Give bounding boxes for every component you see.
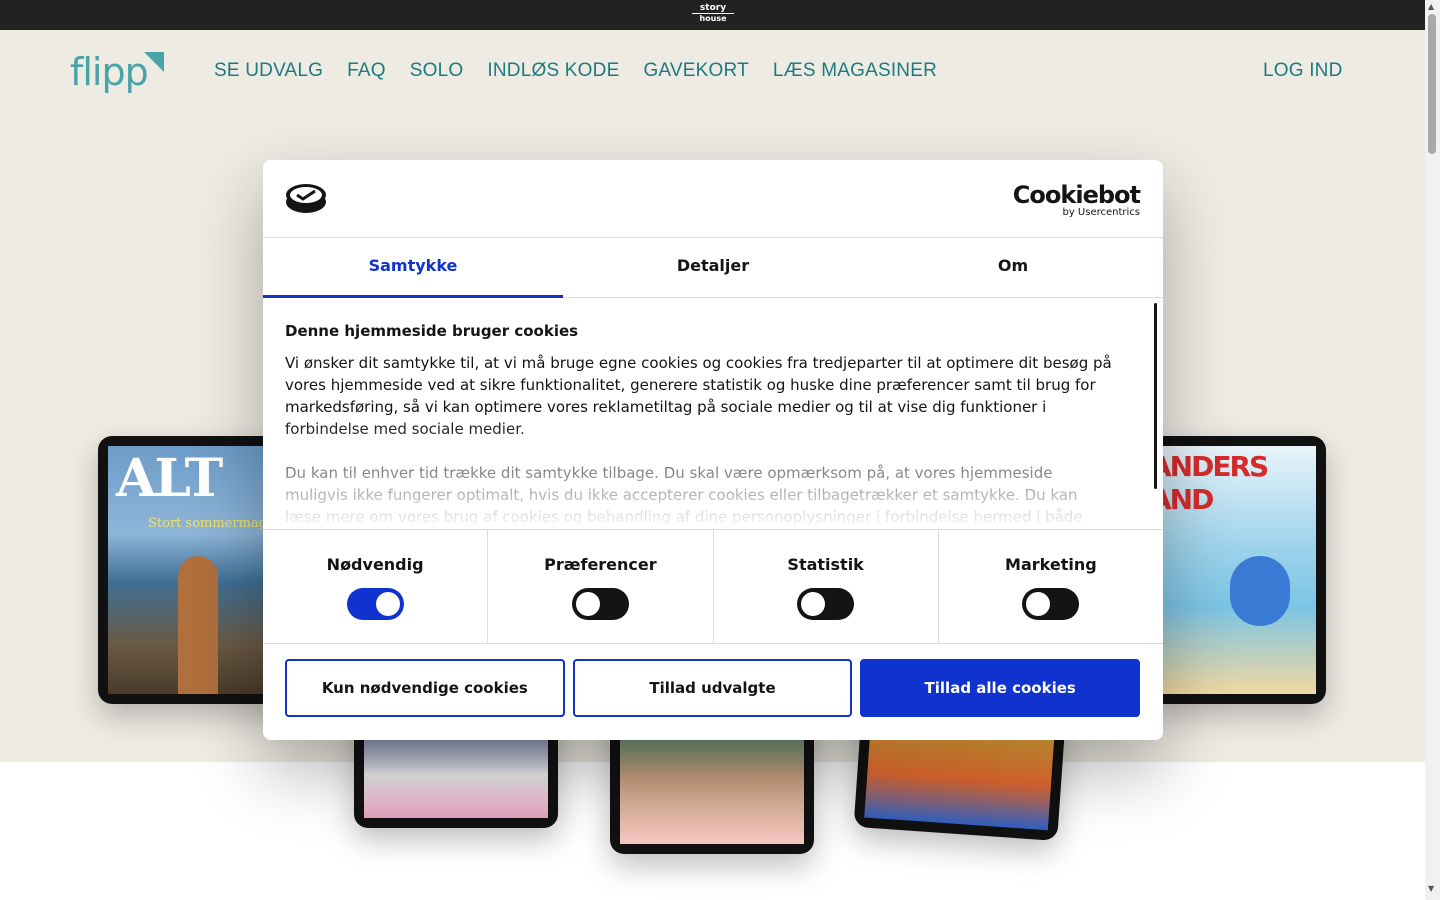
nav-faq[interactable]: FAQ — [347, 60, 386, 82]
consent-paragraph-2: Du kan til enhver tid trække dit samtykk… — [285, 464, 1083, 526]
preferences-toggle[interactable] — [571, 588, 629, 620]
scroll-up-arrow-icon[interactable]: ▲ — [1428, 2, 1434, 11]
toggle-knob — [375, 592, 400, 616]
nav-solo[interactable]: SOLO — [410, 60, 464, 82]
toggle-knob — [801, 592, 826, 616]
cookiebot-brand[interactable]: Cookiebot by Usercentrics — [1012, 181, 1141, 218]
category-preferences: Præferencer — [488, 530, 714, 643]
consent-categories: Nødvendig Præferencer Statistik Marketin… — [263, 529, 1163, 644]
consent-tabs: Samtykke Detaljer Om — [263, 238, 1163, 298]
consent-paragraph-1: Vi ønsker dit samtykke til, at vi må bru… — [285, 354, 1112, 438]
tab-detaljer[interactable]: Detaljer — [563, 238, 863, 297]
nav-indlos-kode[interactable]: INDLØS KODE — [487, 60, 619, 82]
toggle-knob — [1026, 592, 1051, 616]
nav-laes-magasiner[interactable]: LÆS MAGASINER — [773, 60, 937, 82]
consent-body-scrollbar[interactable] — [1154, 303, 1157, 489]
nav-se-udvalg[interactable]: SE UDVALG — [214, 60, 323, 82]
necessary-toggle[interactable] — [346, 588, 404, 620]
anders-and-title: ANDERS AND — [1160, 450, 1269, 516]
tab-samtykke[interactable]: Samtykke — [263, 238, 563, 298]
flipp-logo-text: flipp — [70, 50, 149, 94]
storyhouse-logo-line2: house — [699, 14, 727, 23]
consent-title: Denne hjemmeside bruger cookies — [285, 322, 579, 340]
category-necessary-label: Nødvendig — [326, 555, 424, 574]
allow-selected-button[interactable]: Tillad udvalgte — [572, 659, 853, 717]
category-statistics-label: Statistik — [787, 555, 864, 574]
flipp-logo-flag-icon — [144, 52, 164, 72]
category-marketing: Marketing — [939, 530, 1163, 643]
main-nav: SE UDVALG FAQ SOLO INDLØS KODE GAVEKORT … — [214, 60, 937, 82]
consent-body[interactable]: Denne hjemmeside bruger cookies Vi ønske… — [285, 320, 1115, 530]
anders-and-cover: ANDERS AND — [1160, 446, 1316, 694]
donald-duck-illustration — [1230, 556, 1290, 626]
marketing-toggle[interactable] — [1022, 588, 1080, 620]
category-marketing-label: Marketing — [1005, 555, 1097, 574]
cover-photo — [178, 556, 218, 694]
storyhouse-logo[interactable]: story house — [692, 4, 734, 26]
cookiebot-logo-icon — [286, 184, 326, 213]
category-statistics: Statistik — [714, 530, 939, 643]
tablet-anders-and: ANDERS AND — [1150, 436, 1326, 704]
toggle-knob — [575, 592, 600, 616]
necessary-only-button[interactable]: Kun nødvendige cookies — [285, 659, 565, 717]
allow-all-button[interactable]: Tillad alle cookies — [860, 659, 1141, 717]
page-scrollbar-thumb[interactable] — [1428, 14, 1436, 154]
login-link[interactable]: LOG IND — [1263, 60, 1343, 82]
alt-magazine-title: ALT — [116, 448, 223, 509]
tab-om[interactable]: Om — [863, 238, 1163, 297]
storyhouse-logo-line1: story — [692, 4, 734, 14]
dialog-header: Cookiebot by Usercentrics — [263, 160, 1163, 238]
statistics-toggle[interactable] — [797, 588, 855, 620]
nav-gavekort[interactable]: GAVEKORT — [643, 60, 748, 82]
category-necessary: Nødvendig — [263, 530, 489, 643]
flipp-logo[interactable]: flipp — [70, 50, 170, 96]
scroll-down-arrow-icon[interactable]: ▼ — [1428, 884, 1434, 893]
top-brand-bar: story house — [0, 0, 1425, 30]
category-preferences-label: Præferencer — [544, 555, 657, 574]
cookiebot-brand-sub: by Usercentrics — [1062, 207, 1140, 218]
page-scrollbar[interactable]: ▲ ▼ — [1425, 0, 1440, 900]
cookiebot-brand-name: Cookiebot — [1012, 181, 1141, 209]
cookie-consent-dialog: Cookiebot by Usercentrics Samtykke Detal… — [263, 160, 1163, 740]
consent-buttons: Kun nødvendige cookies Tillad udvalgte T… — [285, 659, 1141, 717]
